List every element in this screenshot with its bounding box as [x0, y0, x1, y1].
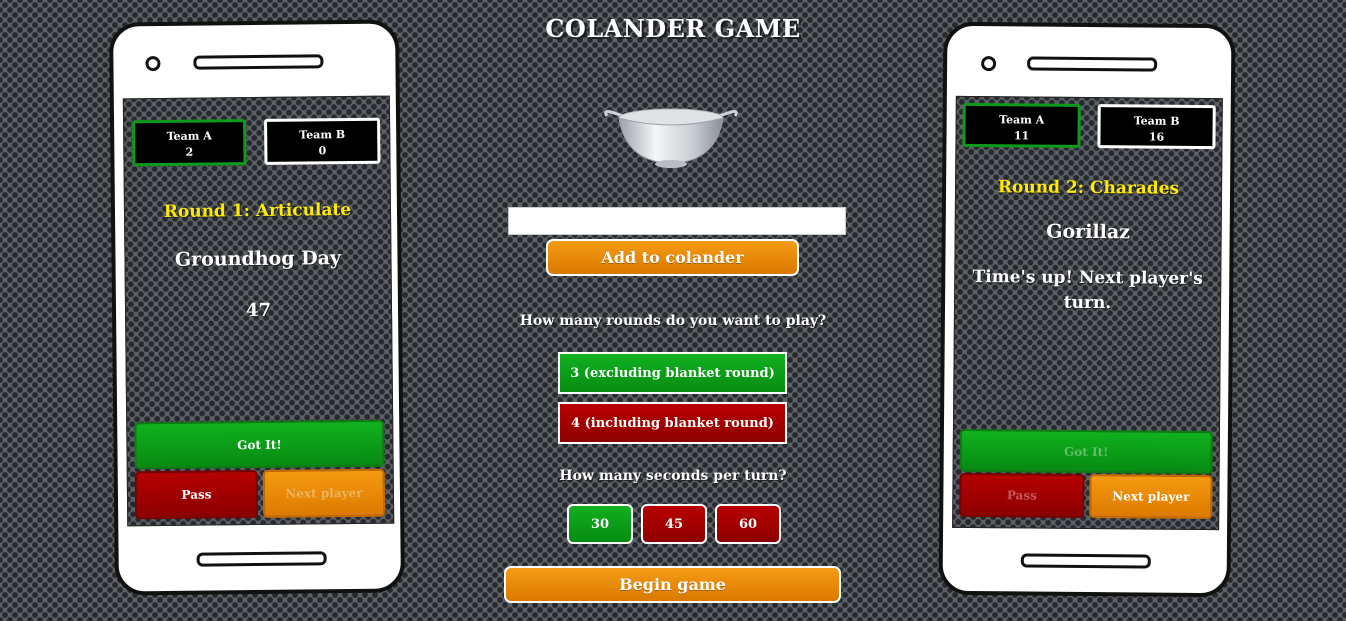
- word-input[interactable]: [508, 207, 846, 235]
- phone-mockup-left: Team A 2 Team B 0 Round 1: Articulate Gr…: [109, 19, 405, 596]
- team-name: Team A: [999, 113, 1045, 127]
- turn-timer: 47: [245, 299, 272, 322]
- team-name: Team A: [166, 129, 212, 143]
- current-word: Groundhog Day: [174, 247, 342, 271]
- seconds-option-45[interactable]: 45: [641, 504, 707, 544]
- pass-button[interactable]: Pass: [134, 470, 259, 520]
- add-to-colander-button[interactable]: Add to colander: [546, 239, 799, 276]
- next-player-button[interactable]: Next player: [262, 468, 386, 518]
- team-a-score-box: Team A 2: [132, 119, 247, 167]
- rounds-question: How many rounds do you want to play?: [519, 313, 827, 329]
- team-a-score-box: Team A 11: [962, 102, 1081, 148]
- team-score: 16: [1148, 130, 1165, 144]
- begin-game-button[interactable]: Begin game: [504, 566, 841, 603]
- home-button: [1020, 553, 1151, 569]
- speaker-icon: [193, 54, 324, 70]
- phone-screen-left: Team A 2 Team B 0 Round 1: Articulate Gr…: [122, 95, 395, 527]
- pass-button[interactable]: Pass: [959, 472, 1085, 518]
- speaker-icon: [1027, 56, 1158, 72]
- team-b-score-box: Team B 0: [264, 117, 381, 165]
- got-it-button[interactable]: Got It!: [959, 428, 1213, 475]
- round-title: Round 1: Articulate: [163, 200, 352, 222]
- team-score: 0: [318, 144, 327, 158]
- rounds-option-3[interactable]: 3 (excluding blanket round): [558, 352, 787, 394]
- team-name: Team B: [1133, 114, 1180, 128]
- round-title: Round 2: Charades: [997, 177, 1180, 199]
- got-it-button[interactable]: Got It!: [134, 419, 385, 470]
- phone-mockup-right: Team A 11 Team B 16 Round 2: Charades Go…: [938, 21, 1236, 598]
- seconds-option-30[interactable]: 30: [567, 504, 633, 544]
- turn-status-message: Time's up! Next player's turn.: [972, 267, 1203, 314]
- team-score: 11: [1013, 129, 1030, 143]
- camera-icon: [981, 56, 997, 72]
- team-score: 2: [185, 145, 194, 159]
- home-button: [196, 551, 327, 567]
- phone-screen-right: Team A 11 Team B 16 Round 2: Charades Go…: [952, 95, 1223, 531]
- seconds-option-60[interactable]: 60: [715, 504, 781, 544]
- seconds-question: How many seconds per turn?: [559, 468, 787, 484]
- colander-icon: [604, 108, 738, 168]
- team-name: Team B: [299, 128, 346, 142]
- team-b-score-box: Team B 16: [1097, 104, 1216, 150]
- next-player-button[interactable]: Next player: [1089, 474, 1213, 520]
- rounds-option-4[interactable]: 4 (including blanket round): [558, 402, 787, 444]
- camera-icon: [145, 55, 161, 72]
- current-word: Gorillaz: [1046, 220, 1131, 244]
